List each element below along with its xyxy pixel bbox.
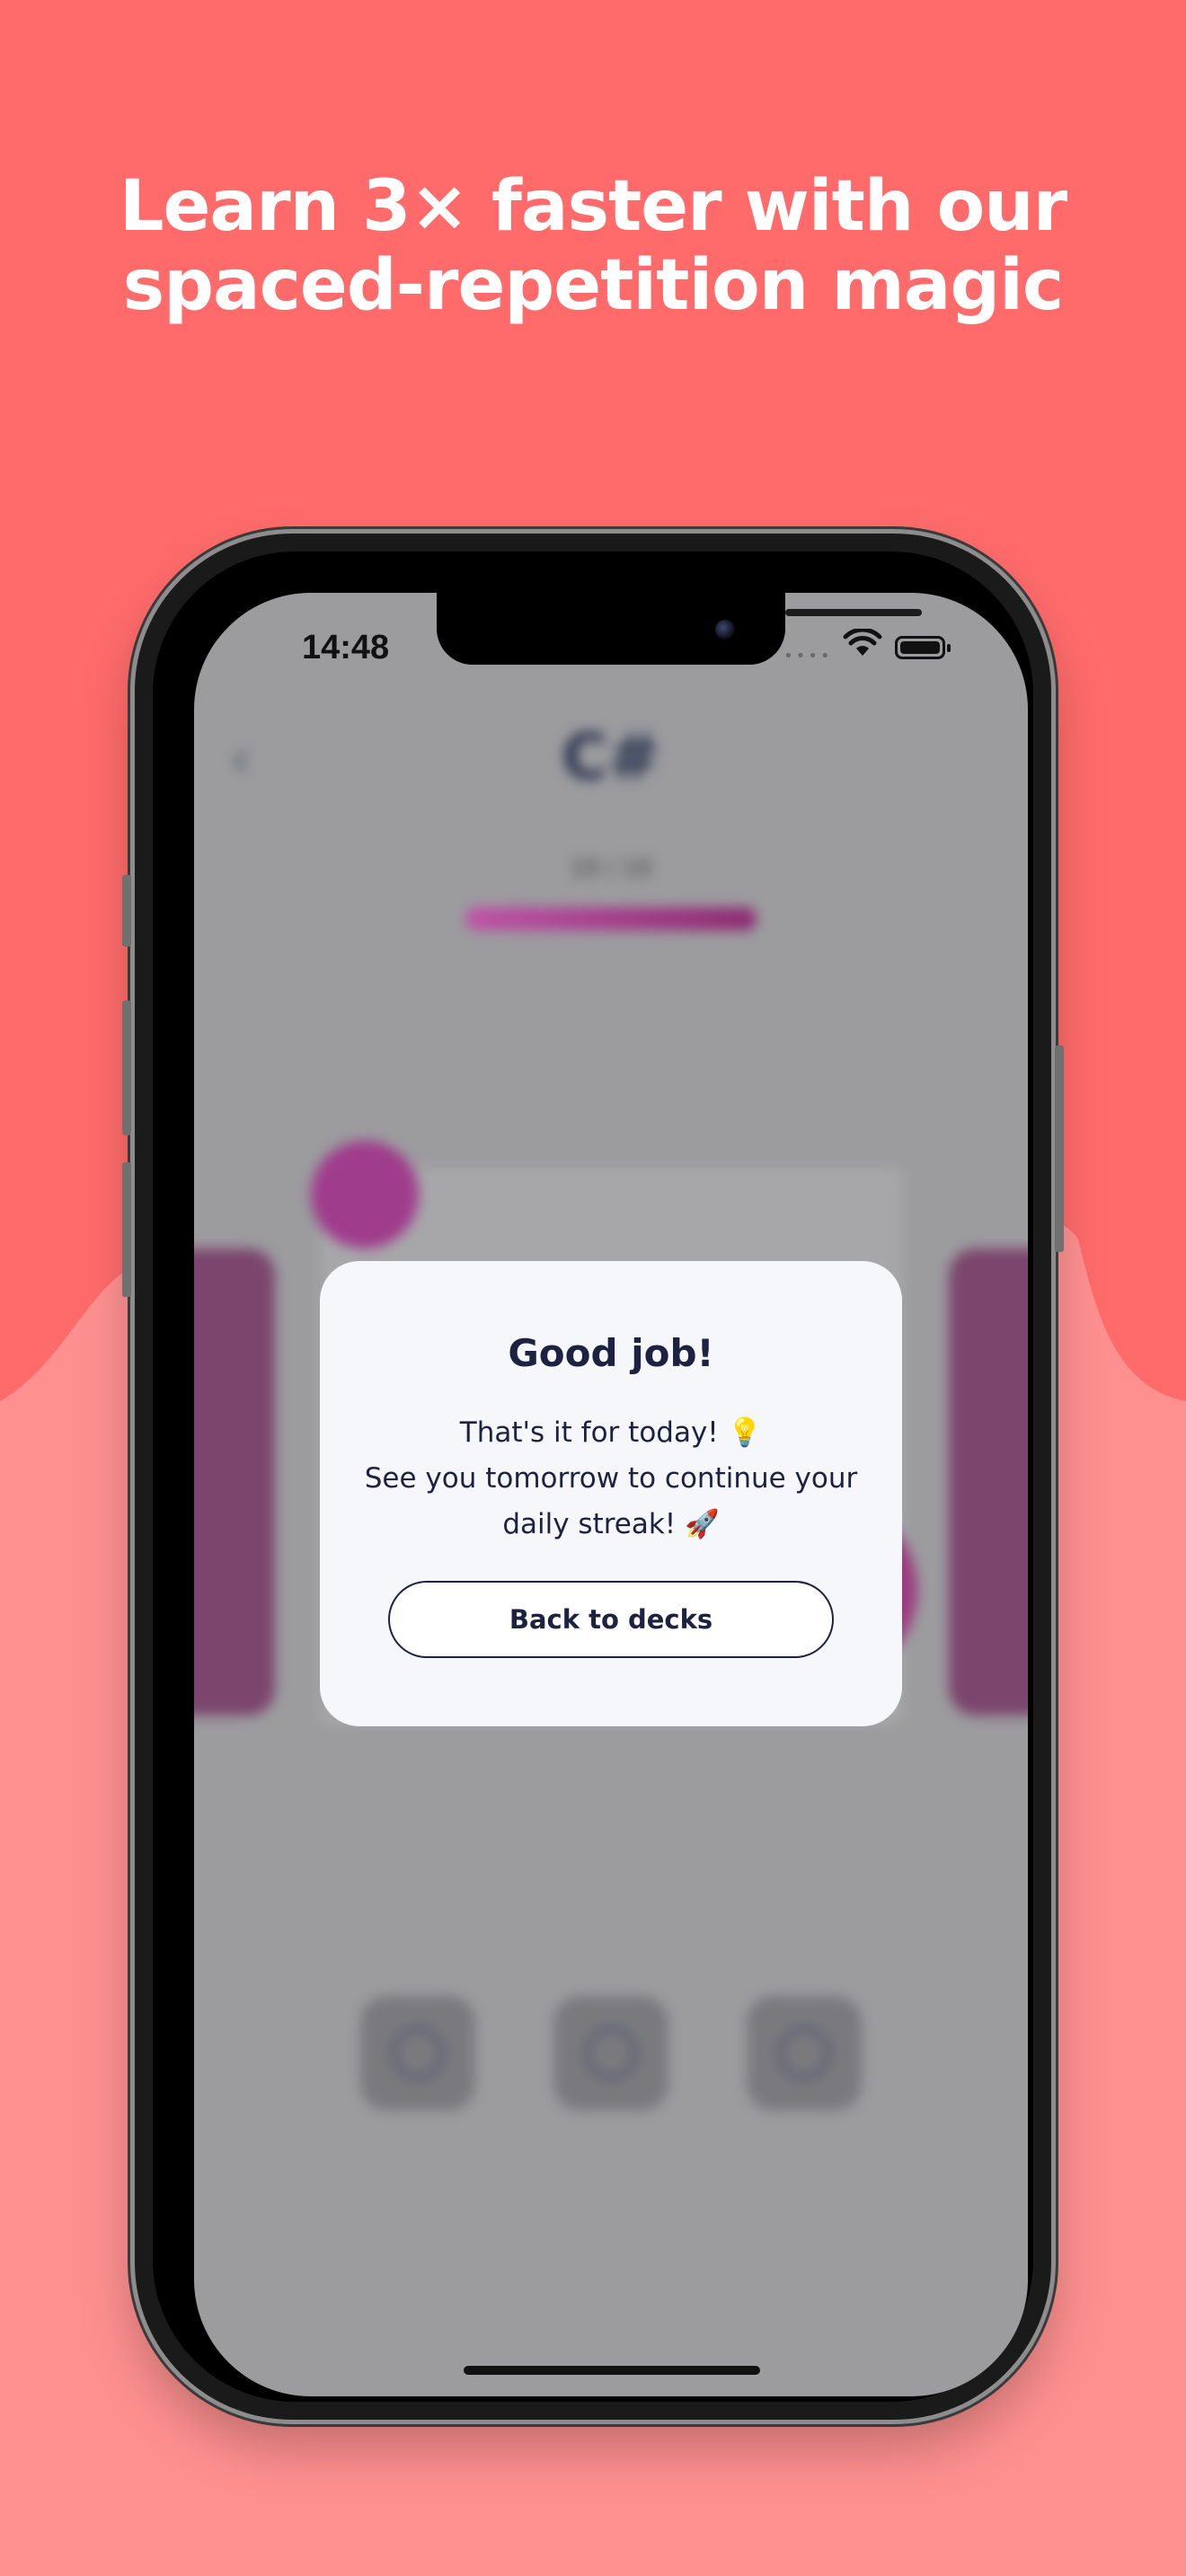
deck-title: C# — [561, 720, 661, 794]
progress-text: 10 / 10 — [570, 855, 652, 882]
status-time: 14:48 — [302, 629, 390, 666]
headline-line-1: Learn 3× faster with our — [119, 166, 1067, 247]
again-icon — [391, 2026, 445, 2080]
dialog-title: Good job! — [508, 1331, 714, 1375]
action-button-good[interactable] — [553, 1996, 668, 2111]
completion-dialog: Good job! That's it for today! 💡 See you… — [320, 1261, 902, 1726]
dialog-message: That's it for today! 💡 See you tomorrow … — [338, 1410, 884, 1548]
phone-volume-up — [122, 1001, 131, 1135]
back-chevron-icon[interactable]: ‹ — [230, 728, 252, 790]
phone-volume-down — [122, 1162, 131, 1297]
easy-icon — [777, 2026, 831, 2080]
phone-bezel: ‹ C# 10 / 10 14:48 •••• Good job! That's… — [153, 551, 1033, 2402]
phone-power-button — [1055, 1045, 1064, 1252]
dialog-message-line-1: That's it for today! 💡 — [459, 1416, 763, 1449]
home-indicator[interactable] — [464, 2366, 760, 2375]
card-side-left — [194, 1248, 275, 1716]
card-side-right — [949, 1248, 1028, 1716]
action-button-easy[interactable] — [747, 1996, 862, 2111]
speaker-grille — [785, 609, 922, 616]
battery-icon — [895, 636, 951, 659]
phone-mockup: ‹ C# 10 / 10 14:48 •••• Good job! That's… — [122, 534, 1064, 2420]
dialog-message-line-2: See you tomorrow to continue your — [364, 1462, 858, 1495]
notch — [437, 593, 922, 665]
wifi-icon — [843, 629, 882, 656]
signal-dots-icon: •••• — [783, 647, 833, 666]
phone-silent-switch — [122, 875, 131, 947]
action-button-again[interactable] — [360, 1996, 475, 2111]
front-camera — [715, 620, 735, 640]
dialog-message-line-3: daily streak! 🚀 — [502, 1508, 720, 1540]
good-icon — [584, 2026, 638, 2080]
phone-screen: ‹ C# 10 / 10 14:48 •••• Good job! That's… — [194, 593, 1028, 2396]
headline-line-2: spaced-repetition magic — [122, 245, 1064, 326]
back-to-decks-button[interactable]: Back to decks — [388, 1581, 834, 1658]
decor-blob-top — [311, 1141, 419, 1248]
progress-bar — [465, 907, 757, 931]
